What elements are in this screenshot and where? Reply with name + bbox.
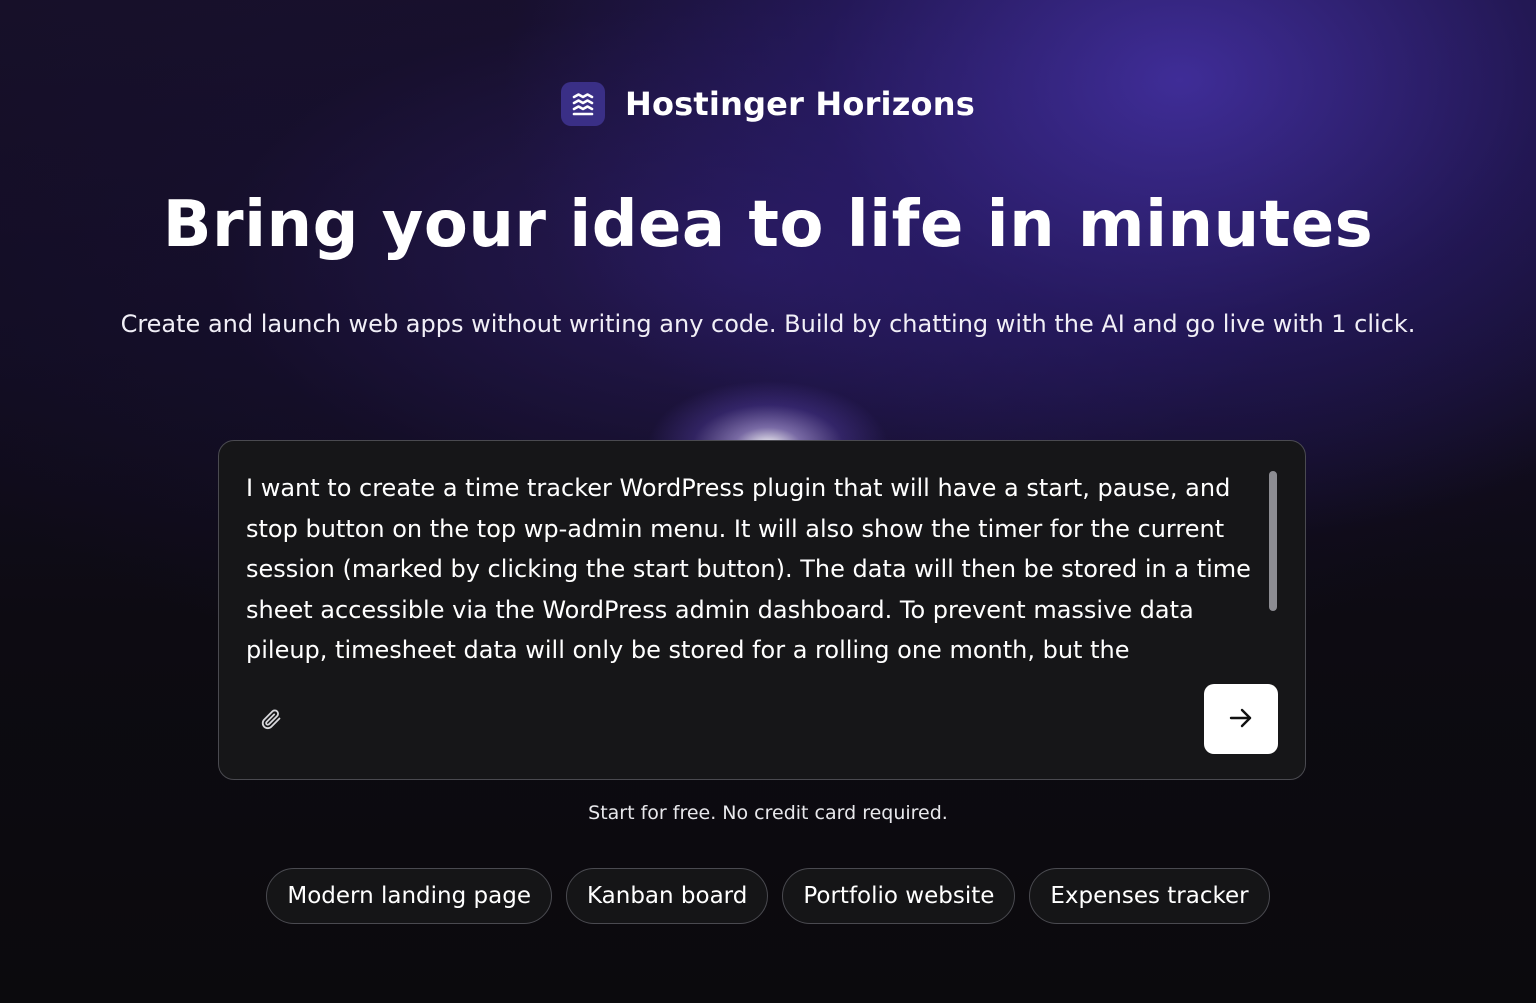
page-headline: Bring your idea to life in minutes [162, 188, 1374, 262]
paperclip-icon[interactable] [257, 705, 285, 733]
suggestion-chip-portfolio-website[interactable]: Portfolio website [782, 868, 1016, 924]
horizons-waves-icon[interactable] [561, 82, 606, 126]
brand-name[interactable]: Hostinger Horizons [625, 85, 975, 123]
brand-header: Hostinger Horizons [0, 82, 1536, 126]
prompt-box: I want to create a time tracker WordPres… [218, 440, 1306, 780]
arrow-right-icon [1227, 704, 1255, 735]
suggestion-chip-landing-page[interactable]: Modern landing page [266, 868, 552, 924]
suggestion-chip-kanban-board[interactable]: Kanban board [565, 868, 769, 924]
send-button[interactable] [1204, 684, 1278, 754]
suggestion-chips: Modern landing page Kanban board Portfol… [0, 868, 1536, 924]
prompt-textarea[interactable]: I want to create a time tracker WordPres… [246, 468, 1266, 668]
suggestion-chip-expenses-tracker[interactable]: Expenses tracker [1029, 868, 1270, 924]
free-start-note: Start for free. No credit card required. [588, 802, 948, 824]
page-subheadline: Create and launch web apps without writi… [120, 310, 1416, 338]
prompt-scrollbar[interactable] [1269, 471, 1277, 611]
